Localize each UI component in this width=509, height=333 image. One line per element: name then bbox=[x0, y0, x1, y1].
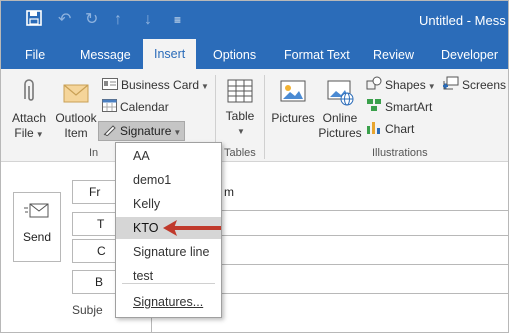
chart-icon bbox=[366, 120, 382, 139]
chart-label: Chart bbox=[385, 122, 415, 136]
table-icon bbox=[227, 79, 253, 103]
tab-options[interactable]: Options bbox=[213, 41, 256, 69]
attach-file-label-1: Attach bbox=[11, 111, 47, 125]
chevron-down-icon: ▼ bbox=[237, 127, 245, 136]
shapes-label: Shapes bbox=[385, 78, 426, 92]
outlook-compose-window: ↶ ↻ ↑ ↓ ≡ Untitled - Mess File Message I… bbox=[0, 0, 509, 333]
chevron-down-icon: ▼ bbox=[35, 130, 44, 139]
shapes-icon bbox=[366, 76, 382, 95]
signature-pen-icon bbox=[103, 122, 117, 141]
redo-icon[interactable]: ↻ bbox=[85, 10, 98, 30]
signature-label: Signature bbox=[120, 124, 172, 138]
chevron-down-icon: ▼ bbox=[201, 82, 209, 91]
online-picture-icon bbox=[327, 80, 354, 106]
signature-item-demo1[interactable]: demo1 bbox=[116, 169, 221, 191]
down-arrow-icon[interactable]: ↓ bbox=[144, 10, 152, 30]
ribbon: Attach File ▼ Outlook Item Business Card ▼… bbox=[1, 69, 508, 162]
signatures-settings-item[interactable]: Signatures... bbox=[116, 291, 221, 313]
tab-message[interactable]: Message bbox=[80, 41, 131, 69]
smartart-button[interactable]: SmartArt bbox=[366, 98, 432, 116]
group-label-tables: Tables bbox=[224, 147, 256, 159]
annotation-arrow-icon bbox=[163, 220, 221, 236]
signature-item-aa[interactable]: AA bbox=[116, 145, 221, 167]
business-card-label: Business Card bbox=[121, 78, 200, 92]
smartart-label: SmartArt bbox=[385, 100, 433, 114]
ribbon-tabs: File Message Insert Options Format Text … bbox=[1, 39, 508, 69]
business-card-button[interactable]: Business Card ▼ bbox=[102, 76, 209, 94]
chevron-down-icon: ▼ bbox=[173, 128, 182, 137]
window-title: Untitled - Mess bbox=[419, 13, 506, 28]
signature-item-signature-line[interactable]: Signature line bbox=[116, 241, 221, 263]
calendar-label: Calendar bbox=[120, 100, 169, 114]
screenshot-label: Screens bbox=[462, 78, 507, 92]
title-bar: ↶ ↻ ↑ ↓ ≡ Untitled - Mess bbox=[1, 1, 508, 41]
customize-icon[interactable]: ≡ bbox=[174, 10, 181, 30]
screenshot-icon bbox=[443, 76, 459, 95]
outlook-item-label-2: Item bbox=[64, 126, 88, 140]
outlook-item-label-1: Outlook bbox=[55, 111, 97, 125]
pictures-button[interactable]: Pictures bbox=[269, 77, 317, 126]
compose-area: Send Fr T C B m Subje bbox=[1, 162, 508, 332]
screenshot-button[interactable]: Screens bbox=[443, 76, 506, 94]
signature-button[interactable]: Signature ▼ bbox=[98, 121, 185, 141]
send-label: Send bbox=[22, 230, 52, 244]
attach-file-button[interactable]: Attach File ▼ bbox=[9, 77, 49, 142]
table-button[interactable]: Table ▼ bbox=[221, 77, 259, 139]
save-icon[interactable] bbox=[26, 10, 42, 32]
pictures-label: Pictures bbox=[271, 111, 315, 125]
tab-format-text[interactable]: Format Text bbox=[284, 41, 350, 69]
group-label-illustrations: Illustrations bbox=[372, 147, 428, 159]
menu-divider bbox=[122, 283, 215, 284]
online-pictures-label-1: Online bbox=[322, 111, 358, 125]
send-button[interactable]: Send bbox=[13, 192, 61, 262]
from-value: m bbox=[224, 185, 234, 199]
outlook-item-button[interactable]: Outlook Item bbox=[53, 77, 99, 141]
chevron-down-icon: ▼ bbox=[427, 82, 436, 91]
tab-file[interactable]: File bbox=[25, 41, 45, 69]
envelope-icon bbox=[63, 84, 89, 103]
picture-icon bbox=[280, 80, 306, 102]
subject-label: Subje bbox=[72, 303, 103, 317]
online-pictures-label-2: Pictures bbox=[318, 126, 362, 140]
attach-file-label-2: File bbox=[14, 126, 34, 140]
online-pictures-button[interactable]: Online Pictures bbox=[317, 77, 363, 141]
calendar-icon bbox=[102, 98, 117, 117]
up-arrow-icon[interactable]: ↑ bbox=[114, 10, 122, 30]
business-card-icon bbox=[102, 77, 118, 95]
ribbon-divider bbox=[264, 75, 265, 159]
chart-button[interactable]: Chart bbox=[366, 120, 414, 138]
group-label-include: In bbox=[89, 147, 99, 159]
table-label: Table bbox=[225, 109, 255, 123]
undo-icon[interactable]: ↶ bbox=[58, 10, 71, 30]
tab-review[interactable]: Review bbox=[373, 41, 414, 69]
tab-developer[interactable]: Developer bbox=[441, 41, 498, 69]
send-envelope-icon bbox=[24, 203, 49, 218]
smartart-icon bbox=[366, 98, 382, 117]
tab-insert[interactable]: Insert bbox=[143, 39, 197, 69]
paperclip-icon bbox=[24, 79, 34, 101]
shapes-button[interactable]: Shapes ▼ bbox=[366, 76, 436, 94]
calendar-button[interactable]: Calendar bbox=[102, 98, 169, 116]
signature-item-kelly[interactable]: Kelly bbox=[116, 193, 221, 215]
